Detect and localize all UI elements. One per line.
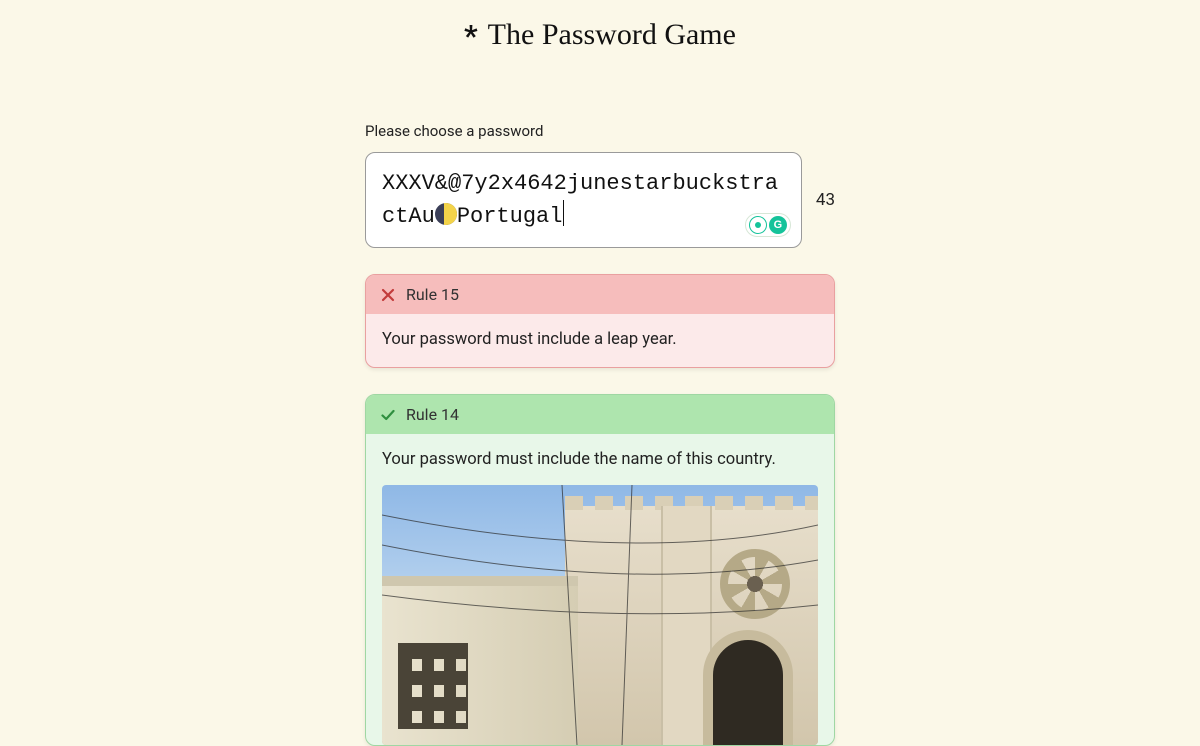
char-count: 43 [816, 190, 835, 210]
rule-body: Your password must include the name of t… [366, 434, 834, 745]
check-icon [380, 407, 396, 423]
rule-label: Rule 15 [406, 285, 459, 304]
password-text-part2: Portugal [457, 204, 563, 229]
password-prompt: Please choose a password [365, 122, 835, 140]
asterisk-icon: * [464, 22, 478, 52]
rule-head: Rule 15 [366, 275, 834, 314]
text-cursor [563, 200, 564, 226]
password-row: XXXV&@7y2x4642junestarbuckstractAuPortug… [365, 152, 835, 248]
rule-head: Rule 14 [366, 395, 834, 434]
moon-emoji-icon [435, 203, 457, 225]
page-title: The Password Game [488, 18, 736, 52]
rose-window-shape [720, 549, 790, 619]
page-header: * The Password Game [0, 0, 1200, 52]
rule-card-14: Rule 14 Your password must include the n… [365, 394, 835, 746]
grammarly-g-icon: G [769, 216, 787, 234]
country-streetview-image[interactable] [382, 485, 818, 745]
main-column: Please choose a password XXXV&@7y2x4642j… [365, 122, 835, 746]
rule-text: Your password must include a leap year. [382, 330, 677, 349]
grammarly-badge[interactable]: G [745, 213, 791, 237]
x-icon [380, 287, 396, 303]
cathedral-shape [565, 506, 818, 745]
rule-text: Your password must include the name of t… [382, 450, 818, 469]
rule-card-15: Rule 15 Your password must include a lea… [365, 274, 835, 368]
password-input[interactable]: XXXV&@7y2x4642junestarbuckstractAuPortug… [365, 152, 802, 248]
grammarly-pin-icon [749, 216, 767, 234]
rule-label: Rule 14 [406, 405, 459, 424]
arch-door-shape [703, 630, 793, 745]
rule-body: Your password must include a leap year. [366, 314, 834, 367]
